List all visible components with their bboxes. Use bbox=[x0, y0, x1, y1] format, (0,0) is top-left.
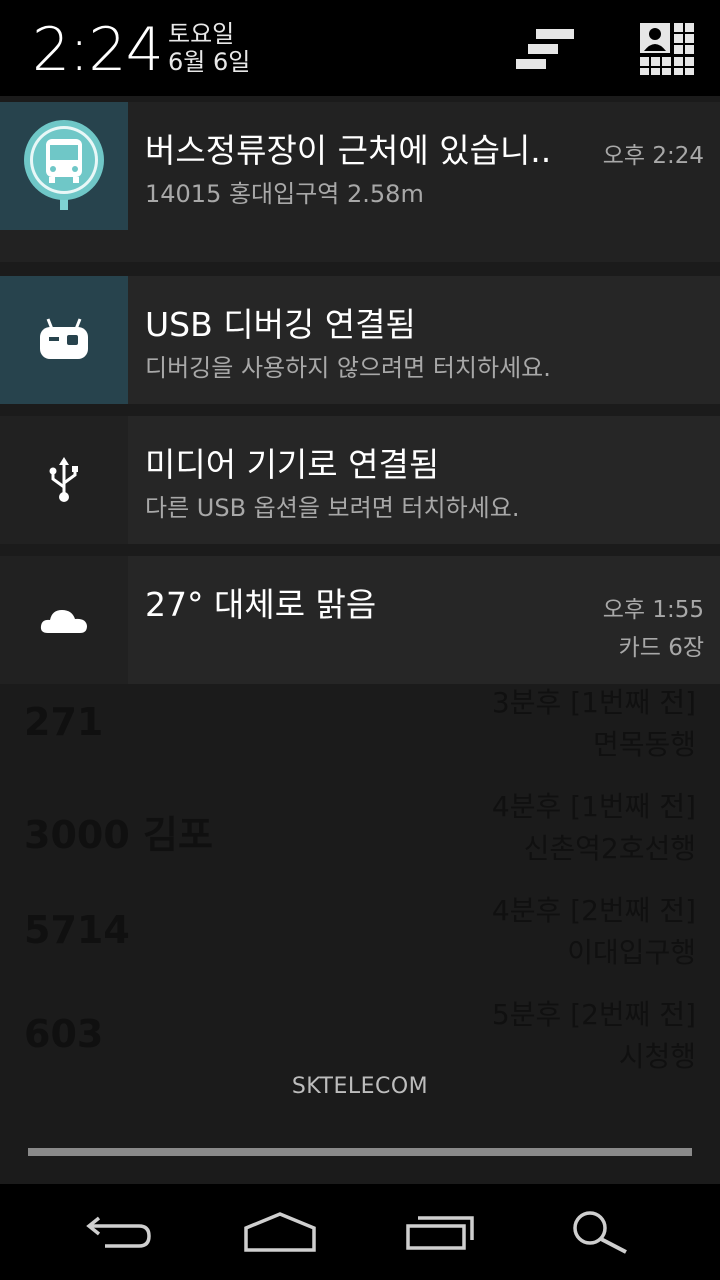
home-icon bbox=[244, 1212, 316, 1252]
date-block[interactable]: 토요일 6월 6일 bbox=[168, 20, 250, 76]
shade-drag-handle[interactable] bbox=[28, 1148, 692, 1156]
list-item: 5714 4분후 [2번째 전] 이대입구행 bbox=[0, 888, 720, 992]
bus-stop-icon bbox=[24, 120, 104, 210]
bus-eta: 3분후 [1번째 전] bbox=[491, 686, 696, 719]
search-button[interactable] bbox=[552, 1198, 648, 1266]
navigation-bar bbox=[0, 1184, 720, 1280]
notification-icon-box bbox=[0, 556, 128, 684]
notification-time: 오후 2:24 bbox=[602, 143, 704, 169]
notification-icon-box bbox=[0, 276, 128, 404]
notification-media-device[interactable]: 미디어 기기로 연결됨 다른 USB 옵션을 보려면 터치하세요. bbox=[0, 416, 720, 544]
bus-number: 3000 김포 bbox=[24, 813, 213, 857]
notification-time: 오후 1:55 bbox=[602, 597, 704, 623]
bus-eta: 5분후 [2번째 전] bbox=[491, 998, 696, 1031]
search-icon bbox=[573, 1211, 627, 1254]
bus-eta: 4분후 [2번째 전] bbox=[491, 894, 696, 927]
notification-title: 27° 대체로 맑음 bbox=[145, 585, 377, 624]
recents-icon bbox=[406, 1216, 474, 1250]
quick-settings-button[interactable] bbox=[632, 18, 702, 80]
day-of-week: 토요일 bbox=[168, 20, 235, 48]
bus-direction: 신촌역2호선행 bbox=[523, 832, 696, 865]
carrier-label: SKTELECOM bbox=[291, 1074, 429, 1099]
clock[interactable]: 2:24 bbox=[32, 14, 164, 86]
bus-number: 271 bbox=[24, 700, 104, 744]
notification-shade-header: 2:24 토요일 6월 6일 bbox=[0, 0, 720, 96]
notification-bus-stop[interactable]: 버스정류장이 근처에 있습니.. 14015 홍대입구역 2.58m 오후 2:… bbox=[0, 102, 720, 262]
back-button[interactable] bbox=[72, 1198, 168, 1266]
bus-direction: 시청행 bbox=[618, 1040, 696, 1073]
notification-icon-box bbox=[0, 102, 128, 230]
bus-direction: 면목동행 bbox=[592, 728, 696, 761]
bus-number: 5714 bbox=[24, 908, 130, 952]
notification-title: USB 디버깅 연결됨 bbox=[145, 305, 416, 344]
bus-direction: 이대입구행 bbox=[567, 936, 696, 969]
quick-settings-user-icon bbox=[640, 23, 694, 75]
list-item: 271 3분후 [1번째 전] 면목동행 bbox=[0, 680, 720, 784]
notification-icon-box bbox=[0, 416, 128, 544]
bus-number: 603 bbox=[24, 1012, 104, 1056]
bus-eta: 4분후 [1번째 전] bbox=[491, 790, 696, 823]
notification-text: 14015 홍대입구역 2.58m bbox=[145, 180, 424, 208]
date: 6월 6일 bbox=[168, 48, 251, 76]
notification-title: 미디어 기기로 연결됨 bbox=[145, 445, 440, 484]
notification-title: 버스정류장이 근처에 있습니.. bbox=[145, 131, 552, 170]
home-button[interactable] bbox=[232, 1198, 328, 1266]
notification-usb-debugging[interactable]: USB 디버깅 연결됨 디버깅을 사용하지 않으려면 터치하세요. bbox=[0, 276, 720, 404]
notification-weather[interactable]: 27° 대체로 맑음 오후 1:55 카드 6장 bbox=[0, 556, 720, 684]
notification-text: 다른 USB 옵션을 보려면 터치하세요. bbox=[145, 494, 520, 522]
back-icon bbox=[86, 1216, 151, 1248]
cloud-icon bbox=[40, 610, 87, 633]
settings-button[interactable] bbox=[510, 18, 580, 80]
list-item: 3000 김포 4분후 [1번째 전] 신촌역2호선행 bbox=[0, 784, 720, 888]
recents-button[interactable] bbox=[392, 1198, 488, 1266]
settings-sliders-icon bbox=[516, 29, 574, 69]
cyanogenmod-android-icon bbox=[40, 318, 88, 359]
usb-icon bbox=[49, 457, 78, 502]
notification-text: 디버깅을 사용하지 않으려면 터치하세요. bbox=[145, 354, 551, 382]
notification-info: 카드 6장 bbox=[618, 635, 704, 661]
